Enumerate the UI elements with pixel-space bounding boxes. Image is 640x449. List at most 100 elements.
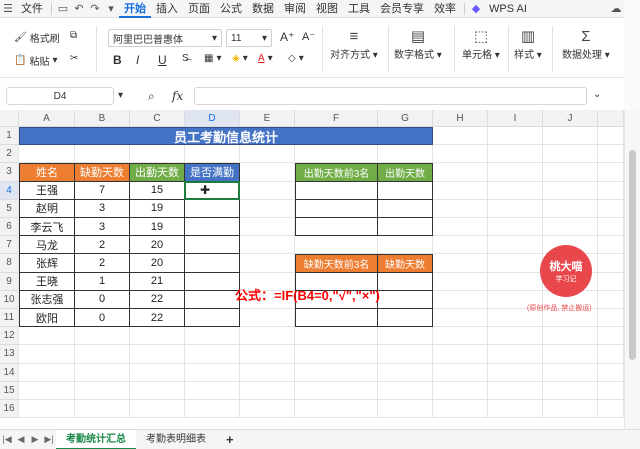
copy-button[interactable]: ⧉ [70, 30, 77, 41]
font-color-button[interactable]: A ▾ [258, 53, 273, 64]
chevron-down-icon[interactable]: ▾ [103, 0, 119, 18]
table-cell[interactable]: 王晓 [19, 272, 75, 291]
table-cell[interactable] [185, 309, 240, 328]
side-table-cell[interactable] [378, 309, 433, 328]
table-cell[interactable]: 0 [75, 309, 130, 328]
spreadsheet-grid[interactable]: A B C D E F G H I J 1 2 3 4 5 6 7 8 9 10 11 12 13 14 15 16 员工考勤信息统… [0, 110, 624, 429]
next-sheet-icon[interactable]: ▶ [28, 430, 42, 449]
name-box[interactable]: D4 [6, 87, 114, 105]
data-processing-button[interactable]: Σ 数据处理 ▾ [562, 26, 610, 62]
side-table-header[interactable]: 出勤天数前3名 [295, 163, 378, 182]
font-name-select[interactable]: 阿里巴巴普惠体 ▾ [108, 29, 222, 47]
side-table-cell[interactable] [295, 309, 378, 328]
column-header[interactable]: F [295, 110, 378, 127]
menu-home[interactable]: 开始 [119, 0, 151, 18]
sheet-tab-summary[interactable]: 考勤统计汇总 [56, 429, 136, 449]
fx-button[interactable]: fx [172, 89, 183, 103]
decrease-font-button[interactable]: A⁻ [302, 30, 315, 43]
menu-formula[interactable]: 公式 [215, 0, 247, 18]
zoom-icon[interactable]: ⌕ [148, 89, 155, 104]
menu-data[interactable]: 数据 [247, 0, 279, 18]
row-header[interactable]: 9 [0, 272, 19, 291]
table-cell[interactable] [185, 199, 240, 218]
table-cell[interactable]: 7 [75, 181, 130, 200]
table-cell[interactable]: 0 [75, 290, 130, 309]
first-sheet-icon[interactable]: |◀ [0, 430, 14, 449]
border-button[interactable]: ▦ ▾ [204, 53, 221, 64]
menu-wps-ai[interactable]: WPS AI [484, 0, 532, 18]
table-cell[interactable]: 20 [130, 254, 185, 273]
table-cell[interactable] [185, 236, 240, 255]
table-cell[interactable]: 19 [130, 199, 185, 218]
last-sheet-icon[interactable]: ▶| [42, 430, 56, 449]
menu-review[interactable]: 审阅 [279, 0, 311, 18]
row-header[interactable]: 2 [0, 145, 19, 164]
table-cell[interactable] [185, 218, 240, 237]
column-header[interactable] [598, 110, 624, 127]
undo-icon[interactable]: ↶ [71, 0, 87, 18]
table-header[interactable]: 姓名 [19, 163, 75, 182]
active-cell-cursor[interactable]: ✚ [184, 180, 240, 200]
row-header[interactable]: 1 [0, 127, 19, 146]
table-header[interactable]: 是否满勤 [185, 163, 240, 182]
table-cell[interactable] [185, 272, 240, 291]
table-cell[interactable]: 22 [130, 290, 185, 309]
paste-button[interactable]: 📋 粘贴 ▾ [14, 53, 57, 68]
prev-sheet-icon[interactable]: ◀ [14, 430, 28, 449]
side-table-cell[interactable] [378, 272, 433, 291]
row-header[interactable]: 14 [0, 363, 19, 382]
table-cell[interactable]: 1 [75, 272, 130, 291]
row-header[interactable]: 15 [0, 381, 19, 400]
table-cell[interactable]: 20 [130, 236, 185, 255]
row-header[interactable]: 3 [0, 163, 19, 182]
side-table-cell[interactable] [378, 199, 433, 218]
sheet-tab-detail[interactable]: 考勤表明细表 [136, 430, 216, 449]
column-header[interactable]: H [433, 110, 488, 127]
side-table-cell[interactable] [378, 181, 433, 200]
cloud-icon[interactable]: ☁ [608, 0, 624, 18]
table-cell[interactable]: 赵明 [19, 199, 75, 218]
column-header[interactable]: C [130, 110, 185, 127]
bold-button[interactable]: B [113, 53, 122, 67]
cut-button[interactable]: ✂ [70, 53, 78, 64]
table-cell[interactable]: 张辉 [19, 254, 75, 273]
menu-tools[interactable]: 工具 [343, 0, 375, 18]
table-cell[interactable] [185, 254, 240, 273]
table-cell[interactable] [185, 290, 240, 309]
hamburger-icon[interactable]: ☰ [0, 0, 16, 18]
scrollbar-thumb[interactable] [629, 150, 636, 360]
table-header[interactable]: 出勤天数 [130, 163, 185, 182]
menu-efficiency[interactable]: 效率 [429, 0, 461, 18]
row-header[interactable]: 16 [0, 400, 19, 419]
column-header[interactable]: B [75, 110, 130, 127]
table-cell[interactable]: 王强 [19, 181, 75, 200]
menu-page[interactable]: 页面 [183, 0, 215, 18]
chevron-down-icon[interactable]: ▾ [118, 90, 123, 101]
formula-input[interactable] [194, 87, 587, 105]
clear-button[interactable]: ◇ ▾ [288, 53, 304, 64]
table-cell[interactable]: 21 [130, 272, 185, 291]
italic-button[interactable]: I [136, 53, 139, 67]
redo-icon[interactable]: ↷ [87, 0, 103, 18]
menu-file[interactable]: 文件 [16, 0, 48, 18]
add-sheet-button[interactable]: + [216, 430, 244, 449]
row-header[interactable]: 5 [0, 199, 19, 218]
row-header[interactable]: 6 [0, 218, 19, 237]
side-table-header[interactable]: 缺勤天数前3名 [295, 254, 378, 273]
table-cell[interactable]: 15 [130, 181, 185, 200]
table-cell[interactable]: 欧阳 [19, 309, 75, 328]
row-header[interactable]: 12 [0, 327, 19, 346]
row-header[interactable]: 10 [0, 290, 19, 309]
table-cell[interactable]: 张志强 [19, 290, 75, 309]
column-header[interactable]: A [19, 110, 75, 127]
strikethrough-button[interactable]: S̶ [182, 53, 189, 64]
styles-button[interactable]: ▥ 样式 ▾ [514, 26, 542, 61]
table-cell[interactable]: 李云飞 [19, 218, 75, 237]
table-cell[interactable]: 3 [75, 199, 130, 218]
side-table-cell[interactable] [378, 290, 433, 309]
row-header[interactable]: 11 [0, 309, 19, 328]
table-header[interactable]: 缺勤天数 [75, 163, 130, 182]
save-icon[interactable]: ▭ [55, 0, 71, 18]
side-table-cell[interactable] [295, 181, 378, 200]
row-header[interactable]: 8 [0, 254, 19, 273]
